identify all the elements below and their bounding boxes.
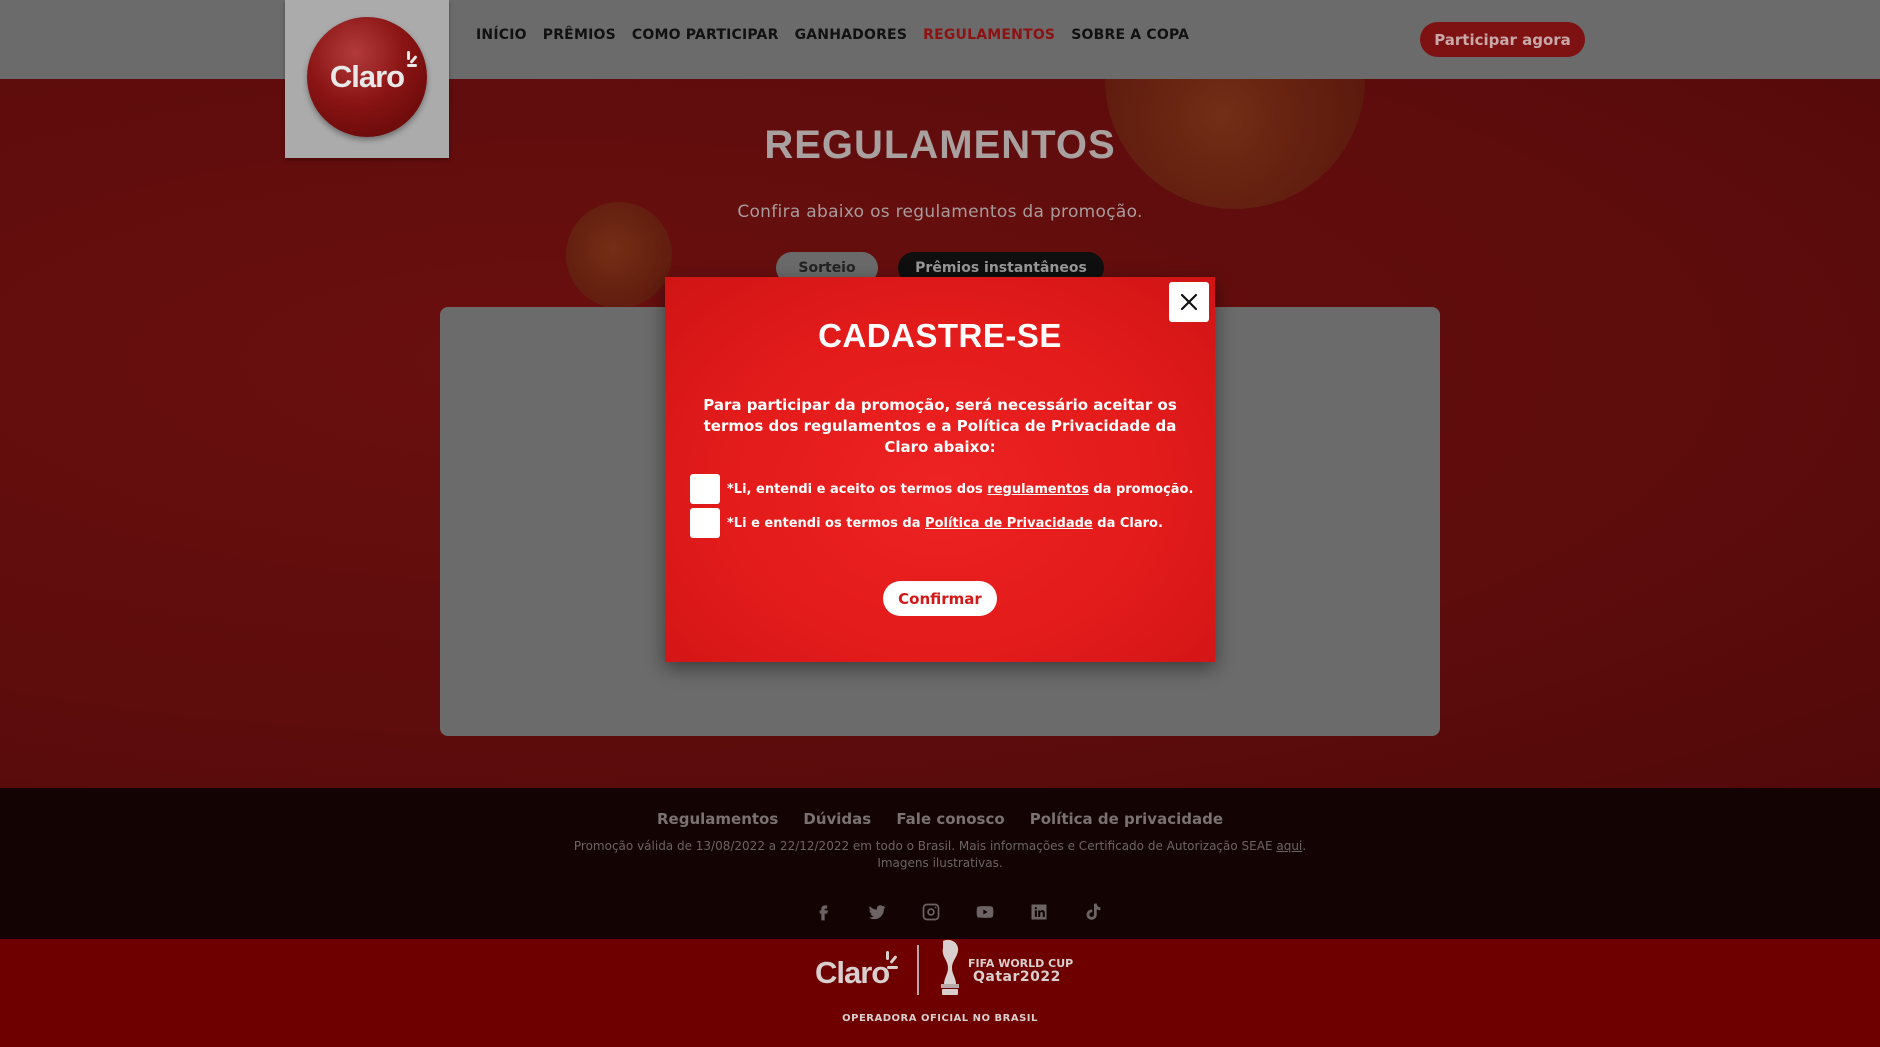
footer-link-regulamentos[interactable]: Regulamentos <box>657 810 778 828</box>
claro-rays-icon <box>401 51 418 73</box>
twitter-icon[interactable] <box>850 902 904 922</box>
claro-logo[interactable]: Claro <box>285 0 449 158</box>
footer-legal-note: Promoção válida de 13/08/2022 a 22/12/20… <box>0 838 1880 872</box>
nav-regulamentos[interactable]: REGULAMENTOS <box>923 27 1055 43</box>
modal-title: CADASTRE-SE <box>818 317 1062 354</box>
linkedin-icon[interactable] <box>1012 902 1066 922</box>
cadastre-se-modal: CADASTRE-SE Para participar da promoção,… <box>665 277 1215 662</box>
nav-sobre-a-copa[interactable]: SOBRE A COPA <box>1071 27 1189 43</box>
regulamentos-link[interactable]: regulamentos <box>987 482 1089 497</box>
brand-divider <box>917 945 919 995</box>
footer-note-aqui-link[interactable]: aqui <box>1276 839 1302 853</box>
footer-link-fale-conosco[interactable]: Fale conosco <box>896 810 1004 828</box>
claro-rays-icon <box>880 951 900 977</box>
footer-link-politica-privacidade[interactable]: Política de privacidade <box>1030 810 1223 828</box>
nav-ganhadores[interactable]: GANHADORES <box>795 27 908 43</box>
footer-links: Regulamentos Dúvidas Fale conosco Políti… <box>0 809 1880 828</box>
check2-suffix: da Claro. <box>1092 515 1163 531</box>
instagram-icon[interactable] <box>904 902 958 922</box>
check1-prefix: *Li, entendi e aceito os termos dos <box>727 481 988 497</box>
nav-premios[interactable]: PRÊMIOS <box>543 27 616 43</box>
brand-tagline: OPERADORA OFICIAL NO BRASIL <box>842 1013 1038 1024</box>
tiktok-icon[interactable] <box>1066 902 1120 922</box>
page-subtitle: Confira abaixo os regulamentos da promoç… <box>737 202 1143 222</box>
footer-link-duvidas[interactable]: Dúvidas <box>803 810 871 828</box>
page-title: REGULAMENTOS <box>764 123 1116 167</box>
footer-note-line2: Imagens ilustrativas. <box>877 856 1003 870</box>
close-icon <box>1180 293 1198 311</box>
footer-note-text: Promoção válida de 13/08/2022 a 22/12/20… <box>573 839 1277 853</box>
accept-privacy-checkbox[interactable] <box>690 508 720 538</box>
claro-brand-logo: Claro <box>815 955 890 990</box>
footer-note-suffix: . <box>1302 839 1307 853</box>
accept-regulamentos-row: *Li, entendi e aceito os termos dos regu… <box>690 474 1193 504</box>
confirm-button[interactable]: Confirmar <box>883 581 997 616</box>
brand-bar: Claro FIFA WORLD CUP Qatar2022 OPERADORA… <box>0 939 1880 1047</box>
modal-description: Para participar da promoção, será necess… <box>703 396 1177 456</box>
nav-inicio[interactable]: INÍCIO <box>476 27 527 43</box>
social-links <box>796 902 1120 922</box>
modal-close-button[interactable] <box>1169 282 1209 322</box>
youtube-icon[interactable] <box>958 902 1012 922</box>
site-footer: Regulamentos Dúvidas Fale conosco Políti… <box>0 788 1880 939</box>
accept-privacy-label: *Li e entendi os termos da Política de P… <box>727 516 1163 531</box>
privacy-policy-link[interactable]: Política de Privacidade <box>925 516 1093 531</box>
site-header: INÍCIO PRÊMIOS COMO PARTICIPAR GANHADORE… <box>0 0 1880 79</box>
facebook-icon[interactable] <box>796 902 850 922</box>
participar-agora-button[interactable]: Participar agora <box>1420 22 1585 57</box>
claro-logo-ball: Claro <box>307 17 427 137</box>
main-nav: INÍCIO PRÊMIOS COMO PARTICIPAR GANHADORE… <box>476 27 1205 43</box>
check2-prefix: *Li e entendi os termos da <box>727 515 926 531</box>
qatar-2022-text: Qatar2022 <box>973 969 1061 985</box>
check1-suffix: da promoção. <box>1088 481 1194 497</box>
accept-regulamentos-checkbox[interactable] <box>690 474 720 504</box>
accept-regulamentos-label: *Li, entendi e aceito os termos dos regu… <box>727 482 1193 497</box>
accept-privacy-row: *Li e entendi os termos da Política de P… <box>690 508 1163 538</box>
world-cup-trophy-icon <box>941 939 959 995</box>
nav-como-participar[interactable]: COMO PARTICIPAR <box>632 27 779 43</box>
